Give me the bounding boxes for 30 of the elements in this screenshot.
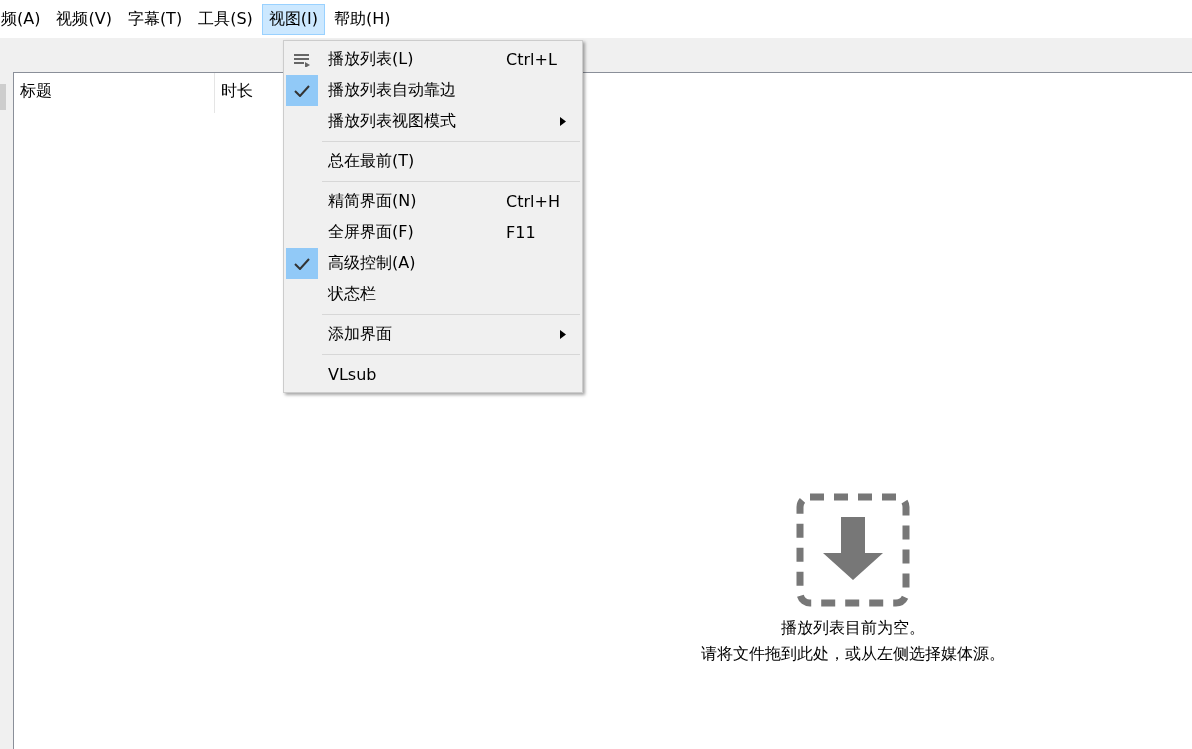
menu-option[interactable]: 总在最前(T) bbox=[284, 146, 582, 177]
list-icon bbox=[293, 52, 311, 67]
empty-message: 请将文件拖到此处，或从左侧选择媒体源。 bbox=[701, 643, 1005, 665]
checkmark-icon bbox=[294, 257, 310, 270]
menu-item[interactable]: 字幕(T) bbox=[120, 3, 190, 35]
menu-option[interactable]: 高级控制(A) bbox=[284, 248, 582, 279]
menu-item[interactable]: 帮助(H) bbox=[327, 3, 398, 35]
menu-item[interactable]: 频(A) bbox=[0, 3, 48, 35]
checkmark-icon bbox=[294, 84, 310, 97]
menu-option[interactable]: 播放列表自动靠边 bbox=[284, 75, 582, 106]
menu-option[interactable]: 状态栏 bbox=[284, 279, 582, 310]
menu-option[interactable]: VLsub bbox=[284, 359, 582, 390]
column-header[interactable]: 标题 bbox=[14, 73, 215, 113]
drop-file-icon bbox=[796, 493, 910, 607]
menu-item[interactable]: 视图(I) bbox=[261, 3, 325, 35]
menu-option[interactable]: 播放列表视图模式 bbox=[284, 106, 582, 137]
menu-option[interactable]: 播放列表(L) Ctrl+L bbox=[284, 44, 582, 75]
scrollbar-thumb[interactable] bbox=[0, 84, 6, 110]
submenu-arrow-icon bbox=[560, 330, 566, 339]
shortcut-label: Ctrl+L bbox=[506, 50, 557, 69]
menu-item[interactable]: 工具(S) bbox=[191, 3, 260, 35]
empty-message: 播放列表目前为空。 bbox=[781, 617, 925, 639]
column-header[interactable]: 时长 bbox=[215, 73, 259, 113]
shortcut-label: F11 bbox=[506, 223, 536, 242]
menu-option[interactable]: 添加界面 bbox=[284, 319, 582, 350]
shortcut-label: Ctrl+H bbox=[506, 192, 560, 211]
menu-option[interactable]: 精简界面(N) Ctrl+H bbox=[284, 186, 582, 217]
menu-option[interactable]: 全屏界面(F) F11 bbox=[284, 217, 582, 248]
submenu-arrow-icon bbox=[560, 117, 566, 126]
menu-item[interactable]: 视频(V) bbox=[49, 3, 119, 35]
